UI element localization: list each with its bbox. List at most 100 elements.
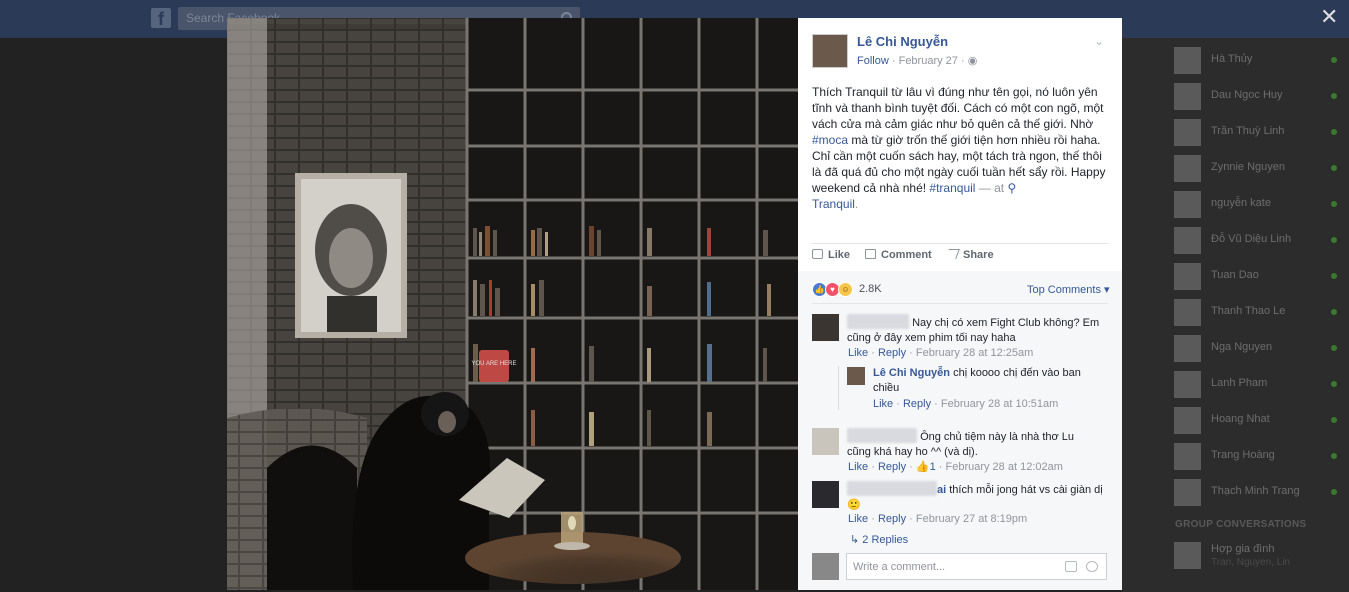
comment-3-text: ai thích mỗi jong hát vs cài giàn dị 🙂 — [847, 481, 1107, 513]
commenter-avatar[interactable] — [812, 481, 839, 508]
share-arrow-icon — [945, 249, 960, 259]
location-pin-icon: ⚲ — [1007, 181, 1017, 195]
contact-name: Tuan Dao — [1211, 269, 1259, 281]
hashtag-tranquil[interactable]: #tranquil — [929, 181, 975, 195]
comment-like-link[interactable]: Like — [848, 347, 868, 359]
contact-avatar — [1174, 263, 1201, 290]
comment-2-text: Ông chủ tiệm này là nhà thơ Lu cũng khá … — [847, 428, 1099, 460]
comment-reply-link[interactable]: Reply — [878, 347, 906, 359]
contact-name: Nga Nguyen — [1211, 341, 1273, 353]
contact-name: Trang Hoàng — [1211, 449, 1275, 461]
contact-item[interactable]: Tuan Dao — [1174, 261, 1344, 291]
contact-name: Dau Ngoc Huy — [1211, 89, 1283, 101]
camera-icon[interactable] — [1065, 561, 1077, 572]
thumbs-up-icon — [812, 249, 823, 259]
divider — [812, 303, 1108, 304]
contact-avatar — [1174, 119, 1201, 146]
reply-time[interactable]: February 28 at 10:51am — [941, 398, 1058, 410]
facebook-logo-icon[interactable]: f — [151, 8, 171, 29]
contact-item[interactable]: nguyễn kate — [1174, 189, 1344, 219]
reply-1-text: Lê Chi Nguyễn chị koooo chị đến vào ban … — [873, 366, 1093, 396]
contact-item[interactable]: Lanh Pham — [1174, 369, 1344, 399]
thread-line — [838, 366, 839, 410]
contact-item[interactable]: Thanh Thao Le — [1174, 297, 1344, 327]
view-replies-label: 2 Replies — [862, 534, 909, 546]
commenter-name-tail[interactable]: ai — [937, 484, 946, 496]
contact-avatar — [1174, 407, 1201, 434]
meta-separator: · — [960, 55, 968, 67]
share-button[interactable]: Share — [945, 249, 994, 261]
hashtag-moca[interactable]: #moca — [812, 133, 848, 147]
globe-icon: ◉ — [967, 55, 978, 67]
contact-item[interactable]: Thạch Minh Trang — [1174, 477, 1344, 507]
group-conversations-title: GROUP CONVERSATIONS — [1175, 519, 1307, 530]
checkin-at: — at — [975, 181, 1008, 195]
post-detail-panel: Lê Chi Nguyễn Follow · February 27 · ◉ ⌄… — [798, 18, 1122, 590]
post-date[interactable]: February 27 — [899, 55, 958, 67]
write-comment-input[interactable]: Write a comment... — [846, 553, 1107, 580]
contact-item[interactable]: Hà Thủy — [1174, 45, 1344, 75]
commenter-avatar[interactable] — [812, 314, 839, 341]
contact-item[interactable]: Hoang Nhat — [1174, 405, 1344, 435]
cafe-bookshelf-photo: YOU ARE HERE — [227, 18, 798, 590]
thumbs-up-icon: 👍 — [915, 461, 930, 473]
contact-name: Lanh Pham — [1211, 377, 1268, 389]
contact-item[interactable]: Đỗ Vũ Diệu Linh — [1174, 225, 1344, 255]
comment-1-meta: Like · Reply · February 28 at 12:25am — [848, 347, 1034, 359]
contact-item[interactable]: Nga Nguyen — [1174, 333, 1344, 363]
comment-reply-link[interactable]: Reply — [878, 513, 906, 525]
close-icon[interactable]: ✕ — [1320, 6, 1338, 28]
contact-item[interactable]: Dau Ngoc Huy — [1174, 81, 1344, 111]
reply-reply-link[interactable]: Reply — [903, 398, 931, 410]
online-status-icon — [1331, 93, 1337, 99]
reply-like-link[interactable]: Like — [873, 398, 893, 410]
contact-item[interactable]: Trần Thuỳ Linh — [1174, 117, 1344, 147]
emoji-icon[interactable] — [1086, 561, 1098, 572]
contact-avatar — [1174, 299, 1201, 326]
comment-like-link[interactable]: Like — [848, 461, 868, 473]
reaction-count[interactable]: 2.8K — [859, 283, 882, 295]
blurred-name[interactable] — [847, 314, 909, 329]
comment-reply-link[interactable]: Reply — [878, 461, 906, 473]
author-avatar[interactable] — [812, 34, 848, 68]
comment-time[interactable]: February 28 at 12:02am — [945, 461, 1062, 473]
comment-icon — [865, 249, 876, 259]
comment-button[interactable]: Comment — [865, 249, 932, 261]
comment-time[interactable]: February 28 at 12:25am — [916, 347, 1033, 359]
contact-avatar — [1174, 227, 1201, 254]
online-status-icon — [1331, 489, 1337, 495]
online-status-icon — [1331, 345, 1337, 351]
follow-button[interactable]: Follow — [857, 55, 889, 67]
contact-item[interactable]: Zynnie Nguyen — [1174, 153, 1344, 183]
commenter-avatar[interactable] — [812, 428, 839, 455]
comment-like-count[interactable]: 1 — [930, 461, 936, 473]
place-link[interactable]: Tranquil — [812, 197, 855, 211]
contact-item[interactable]: Trang Hoàng — [1174, 441, 1344, 471]
comment-like-link[interactable]: Like — [848, 513, 868, 525]
post-text-2: mà từ giờ trốn thế giới tiện hơn nhiều r… — [848, 133, 1101, 147]
reply-1-meta: Like · Reply · February 28 at 10:51am — [873, 398, 1059, 410]
post-body: Thích Tranquil từ lâu vì đúng như tên gọ… — [812, 84, 1110, 212]
post-photo[interactable]: YOU ARE HERE — [227, 18, 798, 590]
group-name: Hợp gia đình — [1211, 543, 1275, 555]
online-status-icon — [1331, 309, 1337, 315]
chevron-down-icon[interactable]: ⌄ — [1094, 34, 1104, 48]
smile-emoji-icon: 🙂 — [847, 499, 861, 511]
contact-name: Thạch Minh Trang — [1211, 485, 1300, 497]
reply-author-avatar[interactable] — [847, 367, 865, 385]
online-status-icon — [1331, 165, 1337, 171]
online-status-icon — [1331, 237, 1337, 243]
like-button[interactable]: Like — [812, 249, 850, 261]
author-name-link[interactable]: Lê Chi Nguyễn — [857, 34, 948, 49]
share-label: Share — [963, 249, 994, 261]
contact-avatar — [1174, 83, 1201, 110]
top-comments-dropdown[interactable]: Top Comments ▾ — [1027, 283, 1110, 296]
contact-avatar — [1174, 479, 1201, 506]
view-replies-link[interactable]: ↳ 2 Replies — [850, 533, 908, 546]
contact-name: Zynnie Nguyen — [1211, 161, 1285, 173]
group-conversation-item[interactable]: Hợp gia đình Tran, Nguyen, Lin — [1174, 540, 1344, 570]
blurred-name[interactable] — [847, 481, 937, 496]
blurred-name[interactable] — [847, 428, 917, 443]
reply-author-name[interactable]: Lê Chi Nguyễn — [873, 367, 950, 379]
comment-time[interactable]: February 27 at 8:19pm — [916, 513, 1027, 525]
